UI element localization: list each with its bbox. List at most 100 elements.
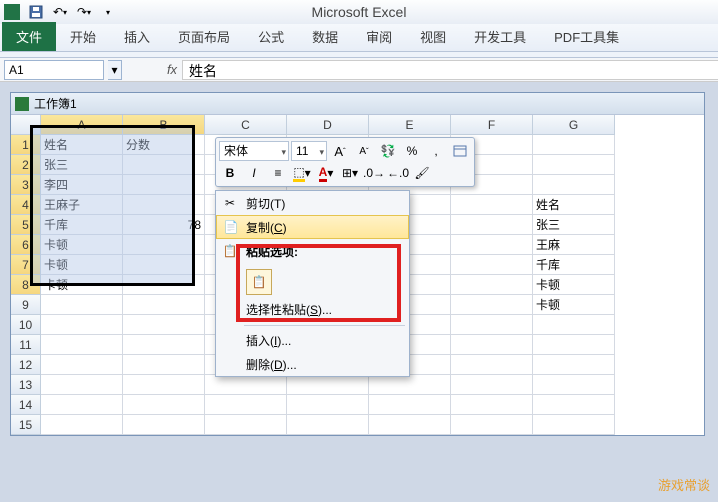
cell-A8[interactable]: 卡顿 xyxy=(41,275,123,295)
cell-A11[interactable] xyxy=(41,335,123,355)
cell-B15[interactable] xyxy=(123,415,205,435)
row-header-2[interactable]: 2 xyxy=(11,155,41,175)
cell-F11[interactable] xyxy=(451,335,533,355)
undo-button[interactable]: ↶▾ xyxy=(49,2,71,22)
menu-cut[interactable]: ✂ 剪切(T) xyxy=(216,191,409,215)
cell-B7[interactable] xyxy=(123,255,205,275)
borders-button[interactable]: ⊞▾ xyxy=(339,163,361,183)
cell-G10[interactable] xyxy=(533,315,615,335)
tab-review[interactable]: 审阅 xyxy=(352,22,406,51)
fx-label[interactable]: fx xyxy=(162,62,182,77)
row-header-13[interactable]: 13 xyxy=(11,375,41,395)
tab-pdf[interactable]: PDF工具集 xyxy=(540,22,633,51)
tab-view[interactable]: 视图 xyxy=(406,22,460,51)
cell-C13[interactable] xyxy=(205,375,287,395)
cell-B14[interactable] xyxy=(123,395,205,415)
cell-B5[interactable]: 78 xyxy=(123,215,205,235)
cell-B6[interactable] xyxy=(123,235,205,255)
cell-A1[interactable]: 姓名 xyxy=(41,135,123,155)
increase-decimal-button[interactable]: .0→ xyxy=(363,163,385,183)
grow-font-button[interactable]: Aˆ xyxy=(329,141,351,161)
cell-F9[interactable] xyxy=(451,295,533,315)
row-header-4[interactable]: 4 xyxy=(11,195,41,215)
cell-G4[interactable]: 姓名 xyxy=(533,195,615,215)
row-header-6[interactable]: 6 xyxy=(11,235,41,255)
font-combo[interactable]: 宋体 xyxy=(219,141,289,161)
row-header-7[interactable]: 7 xyxy=(11,255,41,275)
col-header-B[interactable]: B xyxy=(123,115,205,135)
qat-customize[interactable]: ▾ xyxy=(97,2,119,22)
tab-home[interactable]: 开始 xyxy=(56,22,110,51)
paste-button[interactable]: 📋 xyxy=(246,269,272,295)
cell-F15[interactable] xyxy=(451,415,533,435)
cell-A9[interactable] xyxy=(41,295,123,315)
menu-insert[interactable]: 插入(I)... xyxy=(216,328,409,352)
tab-dev[interactable]: 开发工具 xyxy=(460,22,540,51)
row-header-3[interactable]: 3 xyxy=(11,175,41,195)
cell-A15[interactable] xyxy=(41,415,123,435)
cell-D15[interactable] xyxy=(287,415,369,435)
cell-F4[interactable] xyxy=(451,195,533,215)
row-header-15[interactable]: 15 xyxy=(11,415,41,435)
cell-A13[interactable] xyxy=(41,375,123,395)
row-header-9[interactable]: 9 xyxy=(11,295,41,315)
cell-G2[interactable] xyxy=(533,155,615,175)
comma-button[interactable]: , xyxy=(425,141,447,161)
cell-G14[interactable] xyxy=(533,395,615,415)
cell-G12[interactable] xyxy=(533,355,615,375)
cell-B1[interactable]: 分数 xyxy=(123,135,205,155)
name-box[interactable]: A1 xyxy=(4,60,104,80)
cell-B4[interactable] xyxy=(123,195,205,215)
cell-A10[interactable] xyxy=(41,315,123,335)
cell-G13[interactable] xyxy=(533,375,615,395)
col-header-F[interactable]: F xyxy=(451,115,533,135)
cell-G7[interactable]: 千库 xyxy=(533,255,615,275)
formula-input[interactable]: 姓名 xyxy=(182,60,718,80)
size-combo[interactable]: 11 xyxy=(291,141,327,161)
tab-data[interactable]: 数据 xyxy=(298,22,352,51)
cell-B12[interactable] xyxy=(123,355,205,375)
format-cells-button[interactable] xyxy=(449,141,471,161)
menu-copy[interactable]: 📄 复制(C) xyxy=(216,215,409,239)
cell-B9[interactable] xyxy=(123,295,205,315)
cell-C15[interactable] xyxy=(205,415,287,435)
cell-A6[interactable]: 卡顿 xyxy=(41,235,123,255)
decrease-decimal-button[interactable]: ←.0 xyxy=(387,163,409,183)
cell-G6[interactable]: 王麻 xyxy=(533,235,615,255)
cell-G5[interactable]: 张三 xyxy=(533,215,615,235)
cell-B8[interactable] xyxy=(123,275,205,295)
cell-A2[interactable]: 张三 xyxy=(41,155,123,175)
redo-button[interactable]: ↷▾ xyxy=(73,2,95,22)
cell-B11[interactable] xyxy=(123,335,205,355)
cell-A12[interactable] xyxy=(41,355,123,375)
align-center-button[interactable]: ≡ xyxy=(267,163,289,183)
cell-F14[interactable] xyxy=(451,395,533,415)
cell-B13[interactable] xyxy=(123,375,205,395)
cell-G9[interactable]: 卡顿 xyxy=(533,295,615,315)
cell-F10[interactable] xyxy=(451,315,533,335)
col-header-D[interactable]: D xyxy=(287,115,369,135)
cell-G8[interactable]: 卡顿 xyxy=(533,275,615,295)
cell-F7[interactable] xyxy=(451,255,533,275)
cell-A4[interactable]: 王麻子 xyxy=(41,195,123,215)
format-painter-button[interactable]: 🖌 xyxy=(411,163,433,183)
cell-E15[interactable] xyxy=(369,415,451,435)
save-button[interactable] xyxy=(25,2,47,22)
cell-F13[interactable] xyxy=(451,375,533,395)
col-header-G[interactable]: G xyxy=(533,115,615,135)
col-header-E[interactable]: E xyxy=(369,115,451,135)
cell-G11[interactable] xyxy=(533,335,615,355)
cell-D14[interactable] xyxy=(287,395,369,415)
menu-delete[interactable]: 删除(D)... xyxy=(216,352,409,376)
row-header-14[interactable]: 14 xyxy=(11,395,41,415)
cell-F8[interactable] xyxy=(451,275,533,295)
row-header-10[interactable]: 10 xyxy=(11,315,41,335)
cell-F5[interactable] xyxy=(451,215,533,235)
cell-A5[interactable]: 千库 xyxy=(41,215,123,235)
fill-color-button[interactable]: ⬚▾ xyxy=(291,163,313,183)
row-header-11[interactable]: 11 xyxy=(11,335,41,355)
cell-G15[interactable] xyxy=(533,415,615,435)
italic-button[interactable]: I xyxy=(243,163,265,183)
shrink-font-button[interactable]: Aˇ xyxy=(353,141,375,161)
row-header-8[interactable]: 8 xyxy=(11,275,41,295)
